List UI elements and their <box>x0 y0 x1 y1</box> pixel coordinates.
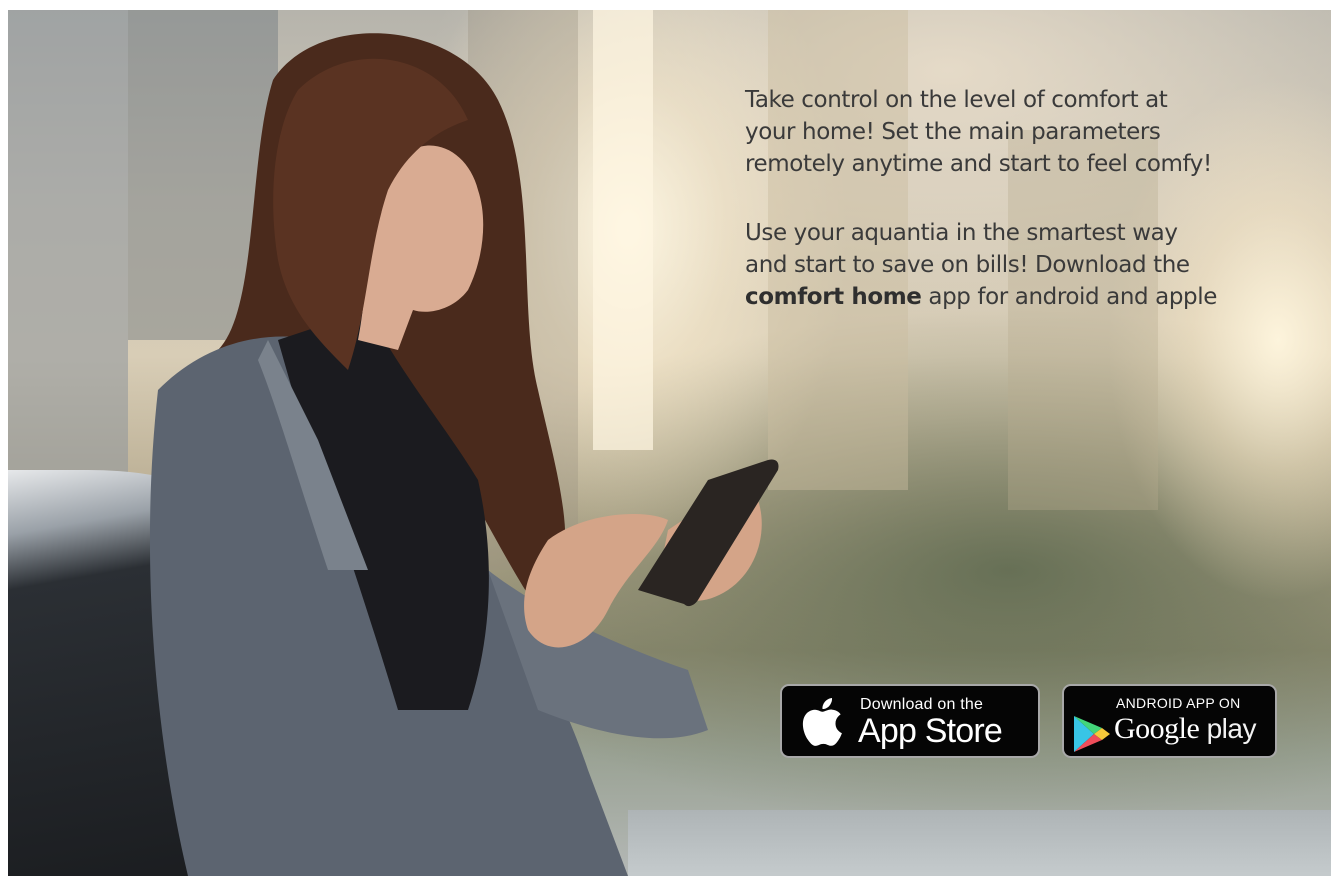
woman-with-phone-illustration <box>149 33 779 876</box>
promo-banner: Take control on the level of comfort at … <box>8 10 1331 876</box>
play-wordmark: play <box>1199 713 1257 744</box>
download-paragraph: Use your aquantia in the smartest way an… <box>745 217 1305 313</box>
download-line-1: Use your aquantia in the smartest way <box>745 220 1178 246</box>
download-line-2: and start to save on bills! Download the <box>745 252 1190 278</box>
intro-line-3: remotely anytime and start to feel comfy… <box>745 151 1212 177</box>
app-store-badge[interactable]: Download on the App Store <box>780 684 1040 758</box>
apple-icon <box>802 698 842 746</box>
intro-line-1: Take control on the level of comfort at <box>745 87 1168 113</box>
google-play-badge[interactable]: ANDROID APP ON Google play <box>1062 684 1277 758</box>
google-play-title: Google play <box>1114 712 1256 746</box>
app-name-highlight: comfort home <box>745 284 922 310</box>
intro-paragraph: Take control on the level of comfort at … <box>745 84 1305 180</box>
promo-copy: Take control on the level of comfort at … <box>745 84 1305 350</box>
google-play-icon <box>1074 716 1110 752</box>
google-play-caption: ANDROID APP ON <box>1116 695 1241 711</box>
download-line-3: app for android and apple <box>921 284 1217 310</box>
intro-line-2: your home! Set the main parameters <box>745 119 1161 145</box>
app-store-title: App Store <box>858 712 1003 750</box>
google-wordmark: Google <box>1114 712 1200 745</box>
